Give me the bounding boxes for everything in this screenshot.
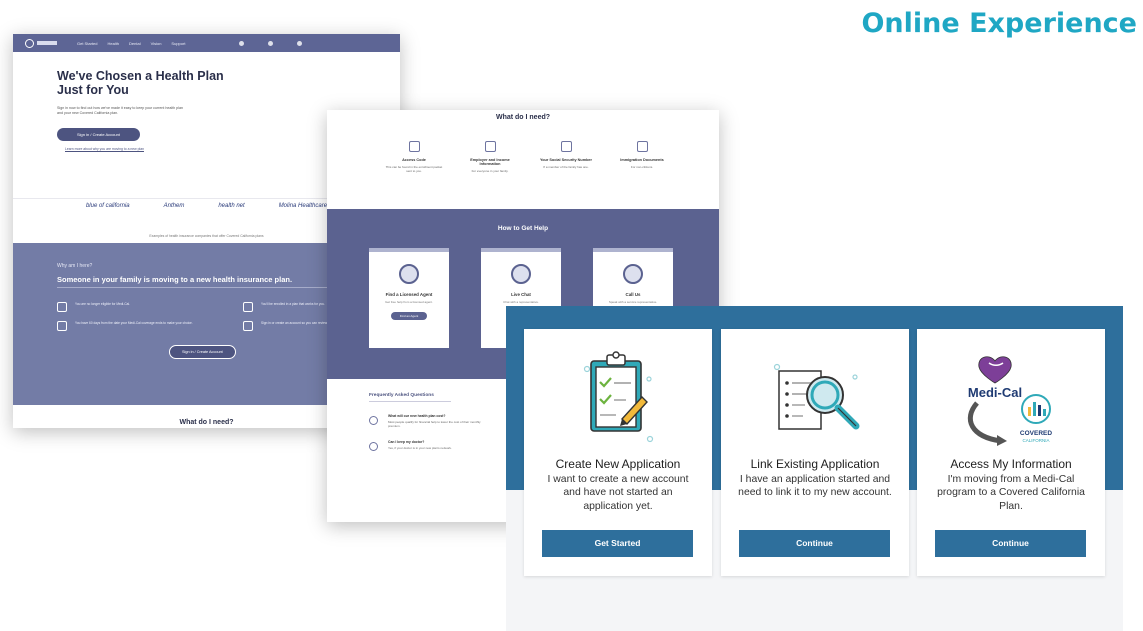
access-information-card: Medi-Cal COVERED CALIFORNIA Access My In… [917, 329, 1105, 576]
plan-logo: Anthem [163, 203, 185, 209]
card-title: Access My Information [950, 457, 1072, 471]
magnifier-icon [721, 347, 909, 452]
landing-title: We've Chosen a Health Plan Just for You [57, 69, 224, 97]
search-icon[interactable] [297, 40, 303, 46]
continue-link-button[interactable]: Continue [739, 530, 890, 557]
section-heading: Online Experience [861, 8, 1137, 39]
need-item: Your Social Security Number If a member o… [537, 141, 595, 173]
help-heading: How to Get Help [497, 225, 549, 232]
envelope-icon [408, 141, 420, 152]
need-item: Immigration Documents For non-citizens. [613, 141, 671, 173]
card-description: I'm moving from a Medi-Cal program to a … [937, 474, 1085, 512]
continue-access-button[interactable]: Continue [935, 530, 1086, 557]
sign-in-button-secondary[interactable]: Sign in / Create Account [169, 345, 236, 359]
covered-california-logo [25, 38, 59, 48]
question-icon [369, 416, 378, 425]
people-icon [484, 141, 496, 152]
document-icon [57, 302, 67, 312]
need-item: Employer and Income Information For every… [461, 141, 519, 173]
need-section: What do I need? Access Code This can be f… [327, 110, 719, 209]
link-application-card: Link Existing Application I have an appl… [721, 329, 909, 576]
globe-icon[interactable] [239, 40, 245, 46]
get-started-button[interactable]: Get Started [542, 530, 693, 557]
phone-icon [623, 264, 643, 284]
calendar-icon [57, 321, 67, 331]
chat-person-icon [511, 264, 531, 284]
card-description: I have an application started and need t… [738, 474, 892, 499]
user-icon[interactable] [268, 40, 274, 46]
agent-badge-icon [399, 264, 419, 284]
find-agent-button[interactable]: Find an Agent [390, 312, 428, 320]
screenshot-application-options: Create New Application I want to create … [506, 306, 1123, 631]
nav-link[interactable]: Dental [129, 41, 141, 46]
clipboard-icon [524, 347, 712, 452]
passport-icon [636, 141, 648, 152]
plan-logo: Molina Healthcare [278, 203, 328, 209]
scale-icon [243, 302, 253, 312]
plan-logo: blue of california [85, 203, 130, 209]
card-title: Link Existing Application [750, 457, 880, 471]
svg-text:CALIFORNIA: CALIFORNIA [1022, 438, 1049, 443]
nav-link[interactable]: Get Started [77, 41, 97, 46]
laptop-icon [243, 321, 253, 331]
id-card-icon [560, 141, 572, 152]
sign-in-button[interactable]: Sign in / Create Account [57, 128, 140, 141]
nav-link[interactable]: Vision [151, 41, 162, 46]
nav-link[interactable]: Support [171, 41, 185, 46]
doctor-icon [369, 442, 378, 451]
help-card: Find a Licensed Agent Get free help from … [369, 248, 449, 348]
landing-navbar: Get Started Health Dental Vision Support [13, 34, 400, 52]
why-item: You have 60 days from the date your Medi… [57, 321, 237, 331]
medi-cal-logo: Medi-Cal COVERED CALIFORNIA [917, 347, 1105, 452]
why-item: You are no longer eligible for Medi-Cal. [57, 302, 237, 312]
svg-text:COVERED: COVERED [1020, 430, 1052, 437]
need-item: Access Code This can be found in the enro… [385, 141, 443, 173]
need-heading: What do I need? [495, 114, 551, 121]
landing-subtitle: Sign in now to find out how we've made i… [57, 106, 183, 115]
faq-heading: Frequently Asked Questions [369, 393, 451, 402]
svg-text:Medi-Cal: Medi-Cal [968, 385, 1022, 400]
create-application-card: Create New Application I want to create … [524, 329, 712, 576]
plan-logo: health net [218, 203, 245, 209]
card-title: Create New Application [555, 457, 681, 471]
nav-link[interactable]: Health [107, 41, 119, 46]
card-description: I want to create a new account and have … [547, 474, 689, 512]
